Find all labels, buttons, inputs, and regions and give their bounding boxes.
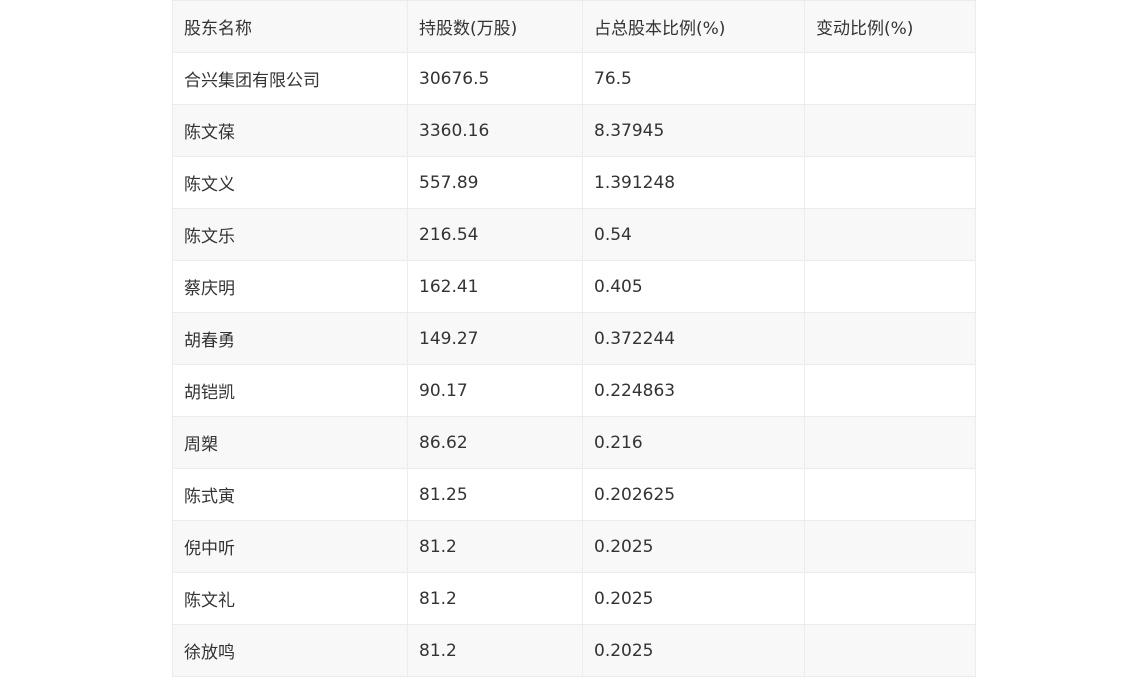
cell-shares-held: 81.25 xyxy=(407,468,583,521)
cell-change-ratio xyxy=(804,312,976,365)
table-row: 胡铠凯 90.17 0.224863 xyxy=(172,364,976,417)
header-shareholder-name: 股东名称 xyxy=(172,0,408,53)
table-row: 周槊 86.62 0.216 xyxy=(172,416,976,469)
cell-share-ratio: 0.216 xyxy=(582,416,805,469)
cell-share-ratio: 0.2025 xyxy=(582,572,805,625)
table-body: 合兴集团有限公司 30676.5 76.5 陈文葆 3360.16 8.37945 陈文义 5… xyxy=(172,52,976,677)
cell-change-ratio xyxy=(804,52,976,105)
table-row: 陈文义 557.89 1.391248 xyxy=(172,156,976,209)
table-row: 陈文葆 3360.16 8.37945 xyxy=(172,104,976,157)
cell-change-ratio xyxy=(804,624,976,677)
cell-shareholder-name: 徐放鸣 xyxy=(172,624,408,677)
cell-change-ratio xyxy=(804,520,976,573)
cell-share-ratio: 0.372244 xyxy=(582,312,805,365)
cell-shareholder-name: 陈文义 xyxy=(172,156,408,209)
cell-change-ratio xyxy=(804,260,976,313)
table-row: 蔡庆明 162.41 0.405 xyxy=(172,260,976,313)
cell-shareholder-name: 陈文乐 xyxy=(172,208,408,261)
cell-shareholder-name: 陈式寅 xyxy=(172,468,408,521)
cell-share-ratio: 0.202625 xyxy=(582,468,805,521)
cell-shares-held: 30676.5 xyxy=(407,52,583,105)
cell-share-ratio: 0.405 xyxy=(582,260,805,313)
table-row: 陈文礼 81.2 0.2025 xyxy=(172,572,976,625)
shareholder-table-container: 股东名称 持股数(万股) 占总股本比例(%) 变动比例(%) 合兴集团有限公司 3… xyxy=(172,0,976,677)
cell-share-ratio: 8.37945 xyxy=(582,104,805,157)
header-shares-held: 持股数(万股) xyxy=(407,0,583,53)
header-change-ratio: 变动比例(%) xyxy=(804,0,976,53)
cell-shares-held: 86.62 xyxy=(407,416,583,469)
cell-change-ratio xyxy=(804,416,976,469)
cell-change-ratio xyxy=(804,572,976,625)
cell-change-ratio xyxy=(804,156,976,209)
cell-shares-held: 3360.16 xyxy=(407,104,583,157)
cell-shareholder-name: 胡铠凯 xyxy=(172,364,408,417)
table-row: 倪中听 81.2 0.2025 xyxy=(172,520,976,573)
cell-shareholder-name: 陈文葆 xyxy=(172,104,408,157)
cell-shares-held: 216.54 xyxy=(407,208,583,261)
table-row: 胡春勇 149.27 0.372244 xyxy=(172,312,976,365)
cell-shares-held: 149.27 xyxy=(407,312,583,365)
header-share-ratio: 占总股本比例(%) xyxy=(582,0,805,53)
cell-share-ratio: 1.391248 xyxy=(582,156,805,209)
cell-shareholder-name: 陈文礼 xyxy=(172,572,408,625)
cell-share-ratio: 76.5 xyxy=(582,52,805,105)
cell-shares-held: 557.89 xyxy=(407,156,583,209)
table-row: 陈式寅 81.25 0.202625 xyxy=(172,468,976,521)
cell-change-ratio xyxy=(804,208,976,261)
cell-shareholder-name: 胡春勇 xyxy=(172,312,408,365)
cell-change-ratio xyxy=(804,468,976,521)
cell-shares-held: 162.41 xyxy=(407,260,583,313)
table-row: 徐放鸣 81.2 0.2025 xyxy=(172,624,976,677)
cell-shares-held: 81.2 xyxy=(407,572,583,625)
cell-change-ratio xyxy=(804,104,976,157)
shareholder-table: 股东名称 持股数(万股) 占总股本比例(%) 变动比例(%) 合兴集团有限公司 3… xyxy=(172,0,976,677)
cell-share-ratio: 0.2025 xyxy=(582,520,805,573)
cell-shares-held: 81.2 xyxy=(407,624,583,677)
cell-shareholder-name: 合兴集团有限公司 xyxy=(172,52,408,105)
cell-shares-held: 81.2 xyxy=(407,520,583,573)
cell-share-ratio: 0.54 xyxy=(582,208,805,261)
cell-shareholder-name: 周槊 xyxy=(172,416,408,469)
cell-share-ratio: 0.224863 xyxy=(582,364,805,417)
cell-shareholder-name: 蔡庆明 xyxy=(172,260,408,313)
table-row: 陈文乐 216.54 0.54 xyxy=(172,208,976,261)
cell-share-ratio: 0.2025 xyxy=(582,624,805,677)
table-header: 股东名称 持股数(万股) 占总股本比例(%) 变动比例(%) xyxy=(172,0,976,53)
header-row: 股东名称 持股数(万股) 占总股本比例(%) 变动比例(%) xyxy=(172,0,976,53)
table-row: 合兴集团有限公司 30676.5 76.5 xyxy=(172,52,976,105)
cell-shareholder-name: 倪中听 xyxy=(172,520,408,573)
cell-change-ratio xyxy=(804,364,976,417)
cell-shares-held: 90.17 xyxy=(407,364,583,417)
